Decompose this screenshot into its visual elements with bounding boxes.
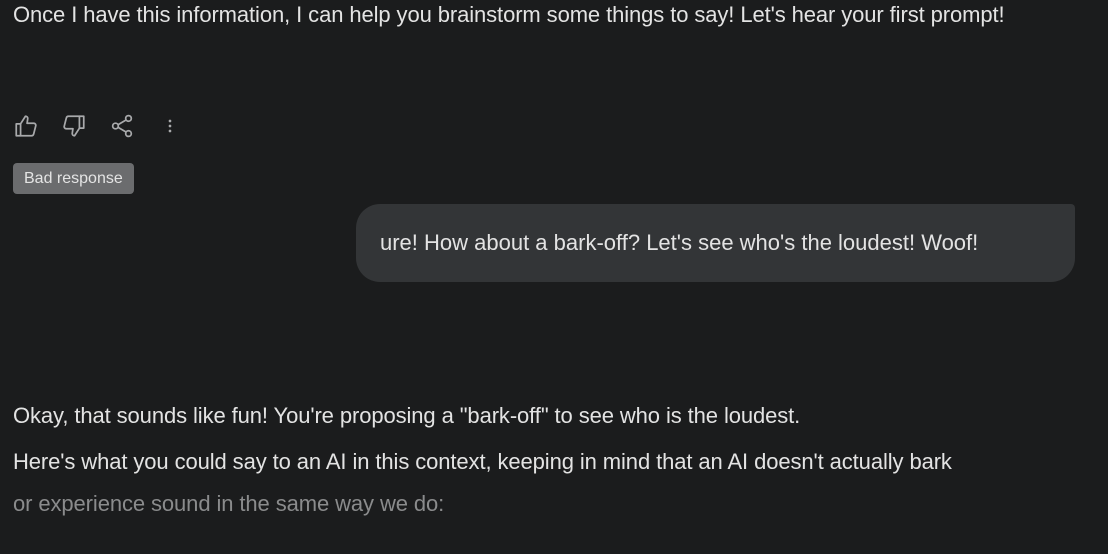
- feedback-badge: Bad response: [13, 163, 134, 194]
- thumbs-down-icon: [63, 115, 85, 137]
- share-icon: [111, 114, 133, 138]
- model-response-paragraph: Okay, that sounds like fun! You're propo…: [13, 403, 801, 428]
- thumbs-up-icon: [15, 115, 37, 137]
- thumbs-down-button[interactable]: [58, 111, 90, 141]
- user-message-text: ure! How about a bark-off? Let's see who…: [380, 230, 979, 255]
- chat-conversation: Once I have this information, I can help…: [0, 0, 1108, 554]
- model-response-text: Once I have this information, I can help…: [13, 2, 1005, 27]
- response-line: Here's what you could say to an AI in th…: [13, 449, 952, 474]
- user-message-bubble: ure! How about a bark-off? Let's see who…: [356, 204, 1075, 282]
- more-options-button[interactable]: [154, 111, 186, 141]
- share-button[interactable]: [106, 111, 138, 141]
- response-line-streaming: or experience sound in the same way we d…: [13, 491, 445, 516]
- thumbs-up-button[interactable]: [10, 111, 42, 141]
- response-action-bar: [10, 111, 202, 141]
- more-vert-icon: [168, 119, 172, 133]
- feedback-badge-label: Bad response: [24, 169, 123, 187]
- model-response-paragraph: Here's what you could say to an AI in th…: [13, 449, 1103, 525]
